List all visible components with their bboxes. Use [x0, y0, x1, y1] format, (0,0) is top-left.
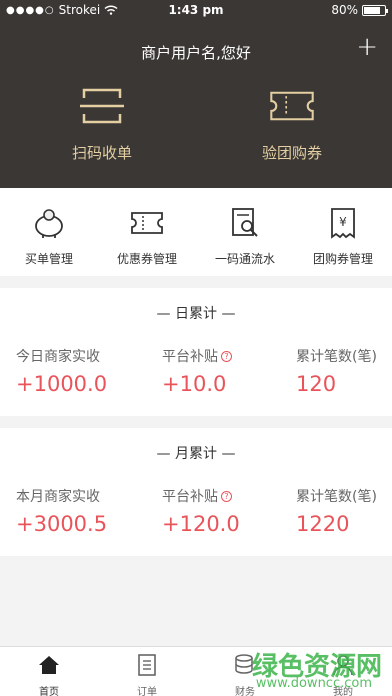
order-list-icon	[138, 654, 156, 676]
header: ●●●●○ Strokei 1:43 pm 80% 商户用户名,您好 + 扫码收…	[0, 0, 392, 188]
monthly-title: — 月累计 —	[156, 446, 236, 462]
search-document-icon	[232, 208, 258, 237]
scan-button[interactable]: 扫码收单	[22, 84, 182, 163]
stat-label: 累计笔数(笔)	[296, 489, 377, 505]
menu-item-coupon[interactable]: 优惠券管理	[98, 188, 196, 276]
monthly-summary-card: — 月累计 — 本月商家实收 +3000.5 平台补贴? +120.0 累计笔数…	[0, 428, 392, 556]
stat-value: +120.0	[162, 512, 240, 536]
stat-label: 本月商家实收	[16, 489, 100, 505]
daily-summary-card: — 日累计 — 今日商家实收 +1000.0 平台补贴? +10.0 累计笔数(…	[0, 288, 392, 416]
monthly-merchant-income: 本月商家实收 +3000.5	[16, 486, 107, 536]
tab-orders[interactable]: 订单	[98, 647, 196, 696]
battery-icon	[362, 4, 388, 16]
scan-icon	[80, 88, 124, 124]
stat-value: +3000.5	[16, 512, 108, 536]
page-title: 商户用户名,您好	[141, 44, 251, 62]
monthly-platform-subsidy: 平台补贴? +120.0	[162, 486, 240, 536]
monthly-count: 累计笔数(笔) 1220	[296, 486, 377, 536]
piggy-bank-icon	[35, 209, 63, 238]
stat-value: 120	[296, 372, 337, 396]
tab-label: 订单	[137, 687, 157, 696]
stat-label: 今日商家实收	[16, 349, 100, 365]
stat-label: 平台补贴	[162, 349, 218, 365]
menu-label: 团购券管理	[312, 252, 373, 266]
plus-icon[interactable]: +	[356, 34, 378, 60]
menu-item-group-coupon[interactable]: ¥ 团购券管理	[294, 188, 392, 276]
daily-merchant-income: 今日商家实收 +1000.0	[16, 346, 107, 396]
verify-coupon-button[interactable]: 验团购券	[212, 84, 372, 163]
daily-title: — 日累计 —	[156, 306, 236, 322]
battery-percent: 80%	[331, 3, 358, 17]
tab-label: 首页	[39, 687, 59, 696]
coupon-icon	[131, 212, 163, 234]
stat-value: +1000.0	[16, 372, 108, 396]
daily-count: 累计笔数(笔) 120	[296, 346, 377, 396]
yen-receipt-icon: ¥	[331, 208, 355, 239]
stat-label: 平台补贴	[162, 489, 218, 505]
menu-item-bill[interactable]: 买单管理	[0, 188, 98, 276]
menu-label: 一码通流水	[214, 252, 275, 266]
stat-label: 累计笔数(笔)	[296, 349, 377, 365]
daily-platform-subsidy: 平台补贴? +10.0	[162, 346, 232, 396]
watermark-url: www.downcc.com	[255, 676, 372, 691]
menu-label: 优惠券管理	[116, 252, 177, 266]
stat-value: 1220	[296, 512, 350, 536]
menu-row: 买单管理 优惠券管理 一码通流水 ¥ 团购券管理	[0, 188, 392, 276]
status-bar: ●●●●○ Strokei 1:43 pm 80%	[0, 0, 392, 22]
scan-label: 扫码收单	[71, 144, 132, 162]
menu-item-flow[interactable]: 一码通流水	[196, 188, 294, 276]
help-icon[interactable]: ?	[221, 490, 232, 502]
verify-coupon-label: 验团购券	[261, 144, 322, 162]
help-icon[interactable]: ?	[221, 350, 232, 362]
menu-label: 买单管理	[24, 252, 73, 266]
stat-value: +10.0	[162, 372, 227, 396]
home-icon	[39, 656, 59, 674]
tab-home[interactable]: 首页	[0, 647, 98, 696]
ticket-icon	[270, 91, 314, 121]
svg-text:¥: ¥	[339, 215, 347, 229]
